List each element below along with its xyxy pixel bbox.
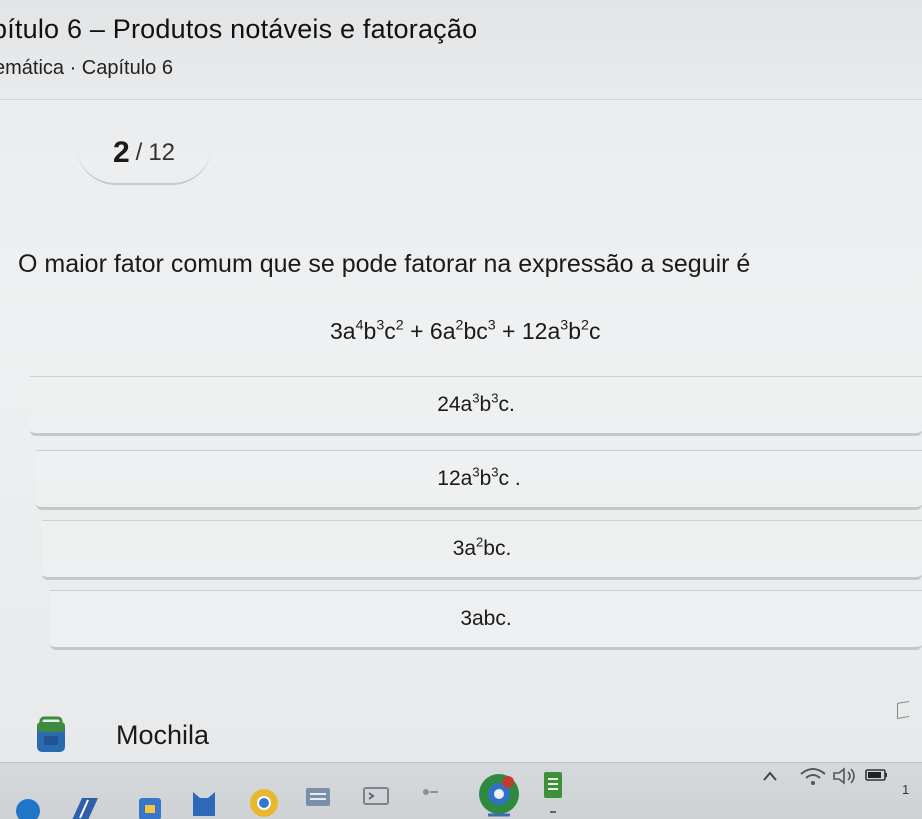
question-counter: 2 / 12	[76, 123, 212, 185]
notes-icon[interactable]	[540, 770, 566, 816]
color-icon[interactable]	[474, 771, 524, 817]
calendar-icon[interactable]	[137, 796, 163, 819]
answer-option-c-label: 3a2bc.	[452, 534, 512, 560]
current-question-number: 2	[112, 136, 130, 169]
answer-option-b-label: 12a3b3c .	[437, 464, 521, 490]
subject-subtitle: emática · Capítulo 6	[0, 57, 173, 79]
chapter-title: pítulo 6 – Produtos notáveis e fatoração	[0, 14, 478, 44]
volume-icon[interactable]	[832, 766, 858, 786]
backpack-icon	[37, 716, 65, 752]
counter-separator: /	[135, 139, 143, 166]
answer-option-d[interactable]: 3abc.	[50, 590, 922, 650]
tray-clock: 1	[902, 782, 910, 797]
total-questions: 12	[148, 139, 176, 166]
docs-icon[interactable]	[70, 796, 100, 819]
answer-option-a-label: 24a3b3c.	[437, 390, 515, 416]
gallery-icon[interactable]	[304, 786, 332, 808]
browser-icon[interactable]	[14, 795, 42, 819]
question-text: O maior fator comum que se pode fatorar …	[18, 250, 751, 278]
answer-option-b[interactable]: 12a3b3c .	[36, 450, 922, 510]
answer-option-d-label: 3abc.	[460, 607, 512, 630]
question-expression: 3a4b3c2 + 6a2bc3 + 12a3b2c	[330, 317, 601, 344]
mochila-label: Mochila	[116, 720, 210, 750]
answer-option-a[interactable]: 24a3b3c.	[30, 376, 922, 436]
answer-option-c[interactable]: 3a2bc.	[42, 520, 922, 580]
corner-bracket-icon	[897, 700, 909, 720]
wifi-icon[interactable]	[798, 766, 828, 788]
terminal-icon[interactable]	[362, 786, 390, 806]
chevron-up-icon[interactable]	[762, 770, 778, 782]
chrome-icon[interactable]	[248, 786, 280, 819]
launcher-icon[interactable]	[420, 786, 440, 798]
battery-icon[interactable]	[865, 768, 889, 782]
files-icon[interactable]	[190, 789, 218, 819]
